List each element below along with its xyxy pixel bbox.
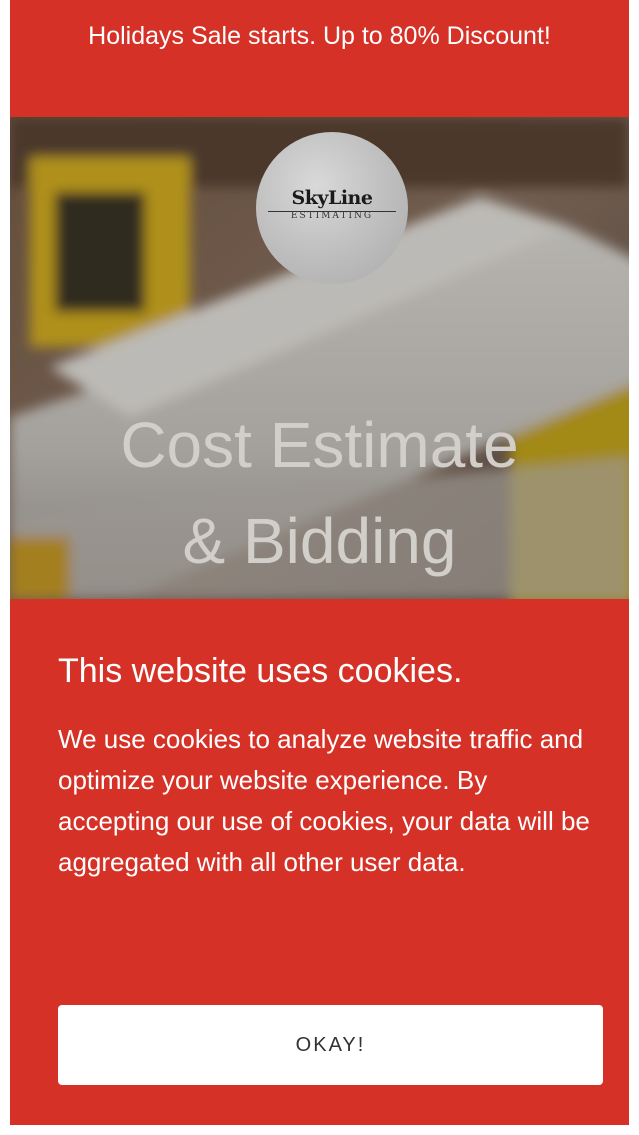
skyline-logo: SkyLine ESTIMATING: [256, 132, 408, 284]
logo-subtitle: ESTIMATING: [290, 211, 374, 221]
okay-button[interactable]: OKAY!: [58, 1005, 603, 1085]
cookie-description: We use cookies to analyze website traffi…: [58, 724, 590, 877]
announcement-text: Holidays Sale starts. Up to 80% Discount…: [88, 22, 551, 50]
cookie-heading: This website uses cookies.: [58, 652, 463, 690]
logo-wordmark: SkyLine: [291, 187, 373, 209]
hero-title: Cost Estimate & Bidding: [10, 397, 629, 589]
hero-section: SkyLine ESTIMATING Cost Estimate & Biddi…: [10, 117, 629, 599]
hero-title-line1: Cost Estimate: [120, 409, 519, 481]
announcement-bar: Holidays Sale starts. Up to 80% Discount…: [10, 0, 629, 117]
cookie-banner: This website uses cookies. We use cookie…: [10, 599, 629, 1125]
hero-title-line2: & Bidding: [182, 505, 457, 577]
page-frame: Holidays Sale starts. Up to 80% Discount…: [10, 0, 629, 1125]
